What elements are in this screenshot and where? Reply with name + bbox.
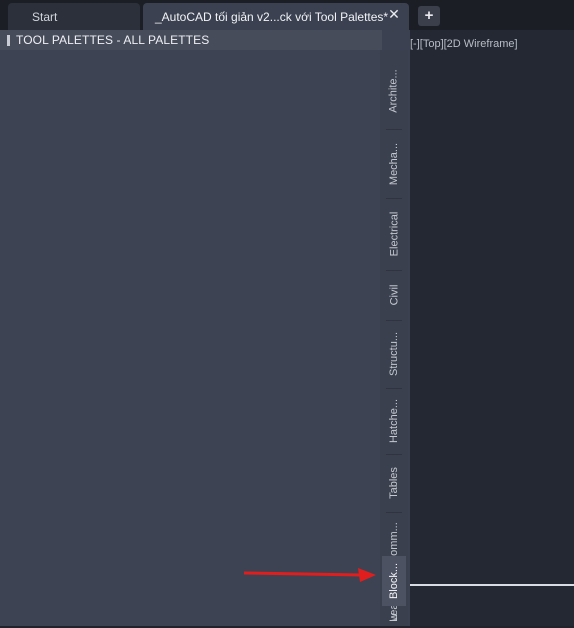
tab-divider <box>386 129 402 130</box>
palette-tab-label: Hatche... <box>388 398 400 444</box>
palette-tab-label: Archite... <box>388 69 400 113</box>
viewport-controls-label[interactable]: [-][Top][2D Wireframe] <box>410 38 518 50</box>
tab-document[interactable]: _AutoCAD tối giản v2...ck với Tool Palet… <box>143 3 409 30</box>
grip-handle-icon[interactable] <box>7 34 10 46</box>
palette-tab-strip: Archite... Mecha... Electrical Civil Str… <box>380 50 408 626</box>
tab-start[interactable]: Start <box>8 3 140 30</box>
palette-tab-label: w <box>387 613 400 621</box>
palette-tab-label: Electrical <box>388 211 400 257</box>
palette-content-area <box>0 50 380 626</box>
tab-divider <box>386 198 402 199</box>
palette-tab-label: Structu... <box>388 331 400 377</box>
palette-tab-label: Civil <box>388 284 400 306</box>
tab-divider <box>386 388 402 389</box>
palette-tab-label: Mecha... <box>388 142 400 186</box>
palette-tab-hatches[interactable]: Hatche... <box>382 390 406 452</box>
palette-tab-label: Block... <box>388 562 401 600</box>
tab-divider <box>386 320 402 321</box>
new-tab-button[interactable]: + <box>418 6 440 26</box>
tool-palette-panel: TOOL PALETTES - ALL PALETTES Archite... … <box>0 30 410 626</box>
tab-document-label: _AutoCAD tối giản v2...ck với Tool Palet… <box>155 9 389 24</box>
tab-divider <box>386 512 402 513</box>
palette-tab-architectural[interactable]: Archite... <box>382 56 406 126</box>
palette-tab-civil[interactable]: Civil <box>382 272 406 318</box>
palette-tab-more[interactable]: w <box>382 608 406 626</box>
document-tab-bar: Start _AutoCAD tối giản v2...ck với Tool… <box>0 0 574 30</box>
palette-tab-structural[interactable]: Structu... <box>382 322 406 386</box>
close-tab-icon[interactable]: ✕ <box>387 7 401 21</box>
palette-tab-blocks[interactable]: Block... <box>382 556 406 606</box>
palette-title-bar[interactable]: TOOL PALETTES - ALL PALETTES <box>0 30 382 50</box>
tab-start-label: Start <box>32 9 58 24</box>
palette-tab-mechanical[interactable]: Mecha... <box>382 132 406 196</box>
palette-tab-label: Tables <box>388 467 401 499</box>
drawing-viewport[interactable]: [-][Top][2D Wireframe] <box>410 30 574 626</box>
palette-tab-tables[interactable]: Tables <box>382 456 406 510</box>
tab-divider <box>386 270 402 271</box>
palette-tab-electrical[interactable]: Electrical <box>382 200 406 268</box>
drawing-line <box>410 584 574 586</box>
palette-title: TOOL PALETTES - ALL PALETTES <box>16 33 210 47</box>
tab-divider <box>386 454 402 455</box>
